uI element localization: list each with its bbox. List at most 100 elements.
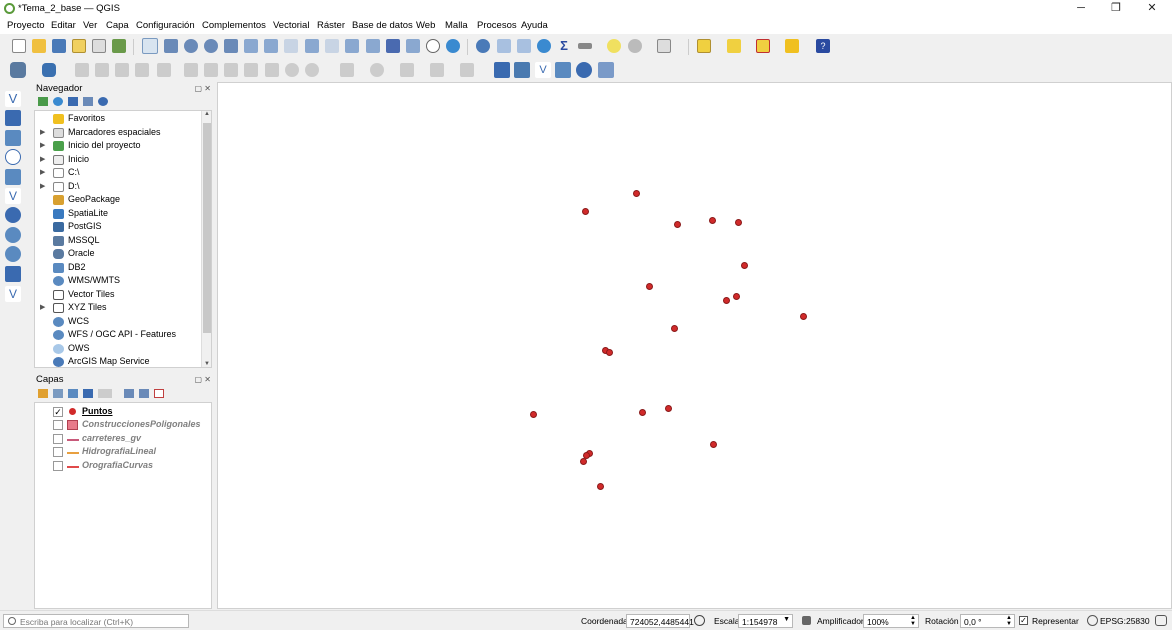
save-edits-icon[interactable] xyxy=(115,63,129,77)
menu-configuracion[interactable]: Configuración xyxy=(136,20,195,31)
zoom-out-icon[interactable] xyxy=(204,39,218,53)
rotate-label-icon[interactable] xyxy=(598,62,614,78)
zoom-in-icon[interactable] xyxy=(184,39,198,53)
properties-icon[interactable] xyxy=(98,97,108,106)
new-map-view-icon[interactable] xyxy=(345,39,359,53)
menu-complementos[interactable]: Complementos xyxy=(202,20,266,31)
scale-combo[interactable]: 1:154978 ▼ xyxy=(738,614,793,628)
layer-item[interactable]: ConstruccionesPoligonales xyxy=(35,419,205,432)
add-geopackage-icon[interactable] xyxy=(5,169,21,185)
layer-visibility-checkbox[interactable]: ✓ xyxy=(53,407,63,417)
layout-manager-icon[interactable] xyxy=(92,39,106,53)
redo-icon[interactable] xyxy=(305,63,319,77)
select-features-icon[interactable] xyxy=(697,39,711,53)
menu-proyecto[interactable]: Proyecto xyxy=(7,20,45,31)
lock-scale-icon[interactable] xyxy=(802,616,811,625)
select-location-icon[interactable] xyxy=(785,39,799,53)
messages-icon[interactable] xyxy=(1155,615,1167,626)
menu-procesos[interactable]: Procesos xyxy=(477,20,517,31)
select-by-value-icon[interactable] xyxy=(727,39,741,53)
filter-legend-icon[interactable] xyxy=(83,389,93,398)
render-checkbox[interactable]: ✓ xyxy=(1019,616,1028,625)
scroll-down-icon[interactable]: ▼ xyxy=(202,361,212,367)
new-project-icon[interactable] xyxy=(12,39,26,53)
expand-arrow-icon[interactable]: ▶ xyxy=(40,141,45,149)
layer-visibility-checkbox[interactable] xyxy=(53,434,63,444)
map-canvas[interactable] xyxy=(217,82,1172,609)
add-group-icon[interactable] xyxy=(53,389,63,398)
refresh-icon[interactable] xyxy=(446,39,460,53)
python-console-icon[interactable] xyxy=(42,63,56,77)
pan-map-icon[interactable] xyxy=(142,38,158,54)
style-manager-icon[interactable] xyxy=(112,39,126,53)
vertex-tool-icon[interactable] xyxy=(157,63,171,77)
navigator-scrollbar[interactable]: ▲ ▼ xyxy=(201,111,211,367)
add-ellipse-icon[interactable] xyxy=(400,63,414,77)
add-raster-layer-icon[interactable] xyxy=(5,110,21,126)
layer-item[interactable]: HidrografiaLineal xyxy=(35,446,205,459)
zoom-full-icon[interactable] xyxy=(224,39,238,53)
layer-visibility-checkbox[interactable] xyxy=(53,461,63,471)
toggle-extents-icon[interactable] xyxy=(694,615,705,626)
zoom-last-icon[interactable] xyxy=(305,39,319,53)
layer-item[interactable]: carreteres_gv xyxy=(35,433,205,446)
pan-to-selection-icon[interactable] xyxy=(164,39,178,53)
deselect-features-icon[interactable] xyxy=(756,39,770,53)
magnifier-spinbox[interactable]: 100% ▲ ▼ xyxy=(863,614,919,628)
open-project-icon[interactable] xyxy=(32,39,46,53)
filter-by-expression-icon[interactable] xyxy=(98,389,112,398)
zoom-next-icon[interactable] xyxy=(325,39,339,53)
add-mesh-layer-icon[interactable] xyxy=(5,130,21,146)
layer-visibility-checkbox[interactable] xyxy=(53,447,63,457)
decorations-icon[interactable] xyxy=(628,39,642,53)
add-feature-icon[interactable] xyxy=(135,63,149,77)
panel-float-close-buttons[interactable]: ▢ ✕ xyxy=(195,375,211,384)
current-edits-icon[interactable] xyxy=(75,63,89,77)
menu-ayuda[interactable]: Ayuda xyxy=(521,20,548,31)
menu-ver[interactable]: Ver xyxy=(83,20,97,31)
undo-icon[interactable] xyxy=(285,63,299,77)
expand-arrow-icon[interactable]: ▶ xyxy=(40,303,45,311)
add-postgis-icon[interactable] xyxy=(5,207,21,223)
temporal-controller-icon[interactable] xyxy=(426,39,440,53)
zoom-native-icon[interactable] xyxy=(284,39,298,53)
crs-label[interactable]: EPSG:25830 xyxy=(1100,616,1150,626)
menu-base-de-datos[interactable]: Base de datos xyxy=(352,20,413,31)
digitize-shape-icon[interactable] xyxy=(340,63,354,77)
add-rectangle-icon[interactable] xyxy=(430,63,444,77)
layer-item[interactable]: OrografiaCurvas xyxy=(35,460,205,473)
menu-editar[interactable]: Editar xyxy=(51,20,76,31)
minimize-button[interactable]: ─ xyxy=(1064,0,1098,18)
text-annotation-icon[interactable] xyxy=(657,39,671,53)
layer-styling-icon[interactable] xyxy=(38,389,48,398)
collapse-all-icon[interactable] xyxy=(139,389,149,398)
data-source-manager-icon[interactable] xyxy=(10,62,26,78)
zoom-to-layer-icon[interactable] xyxy=(264,39,278,53)
new-shapefile-icon[interactable] xyxy=(5,266,21,282)
save-project-icon[interactable] xyxy=(52,39,66,53)
menu-vectorial[interactable]: Vectorial xyxy=(273,20,309,31)
layer-visibility-checkbox[interactable] xyxy=(53,420,63,430)
pin-labels-icon[interactable] xyxy=(514,62,530,78)
measure-line-icon[interactable] xyxy=(578,43,592,49)
statistical-summary-icon[interactable]: Σ xyxy=(557,39,571,53)
add-regular-polygon-icon[interactable] xyxy=(460,63,474,77)
new-spatial-bookmark-icon[interactable] xyxy=(386,39,400,53)
scroll-up-icon[interactable]: ▲ xyxy=(202,111,212,117)
maximize-button[interactable]: ❐ xyxy=(1099,0,1133,18)
refresh-icon[interactable] xyxy=(53,97,63,106)
add-selected-layers-icon[interactable] xyxy=(38,97,48,106)
add-circle-icon[interactable] xyxy=(370,63,384,77)
paste-features-icon[interactable] xyxy=(265,63,279,77)
layer-item[interactable]: ✓ Puntos xyxy=(35,406,205,419)
close-button[interactable]: ✕ xyxy=(1135,0,1169,18)
add-wcs-icon[interactable] xyxy=(5,246,21,262)
processing-toolbox-icon[interactable] xyxy=(537,39,551,53)
scroll-thumb[interactable] xyxy=(203,123,211,333)
add-spatialite-icon[interactable]: V xyxy=(5,188,21,204)
menu-capa[interactable]: Capa xyxy=(106,20,129,31)
expand-all-icon[interactable] xyxy=(124,389,134,398)
filter-icon[interactable] xyxy=(68,97,78,106)
help-icon[interactable]: ? xyxy=(816,39,830,53)
new-3d-map-view-icon[interactable] xyxy=(366,39,380,53)
